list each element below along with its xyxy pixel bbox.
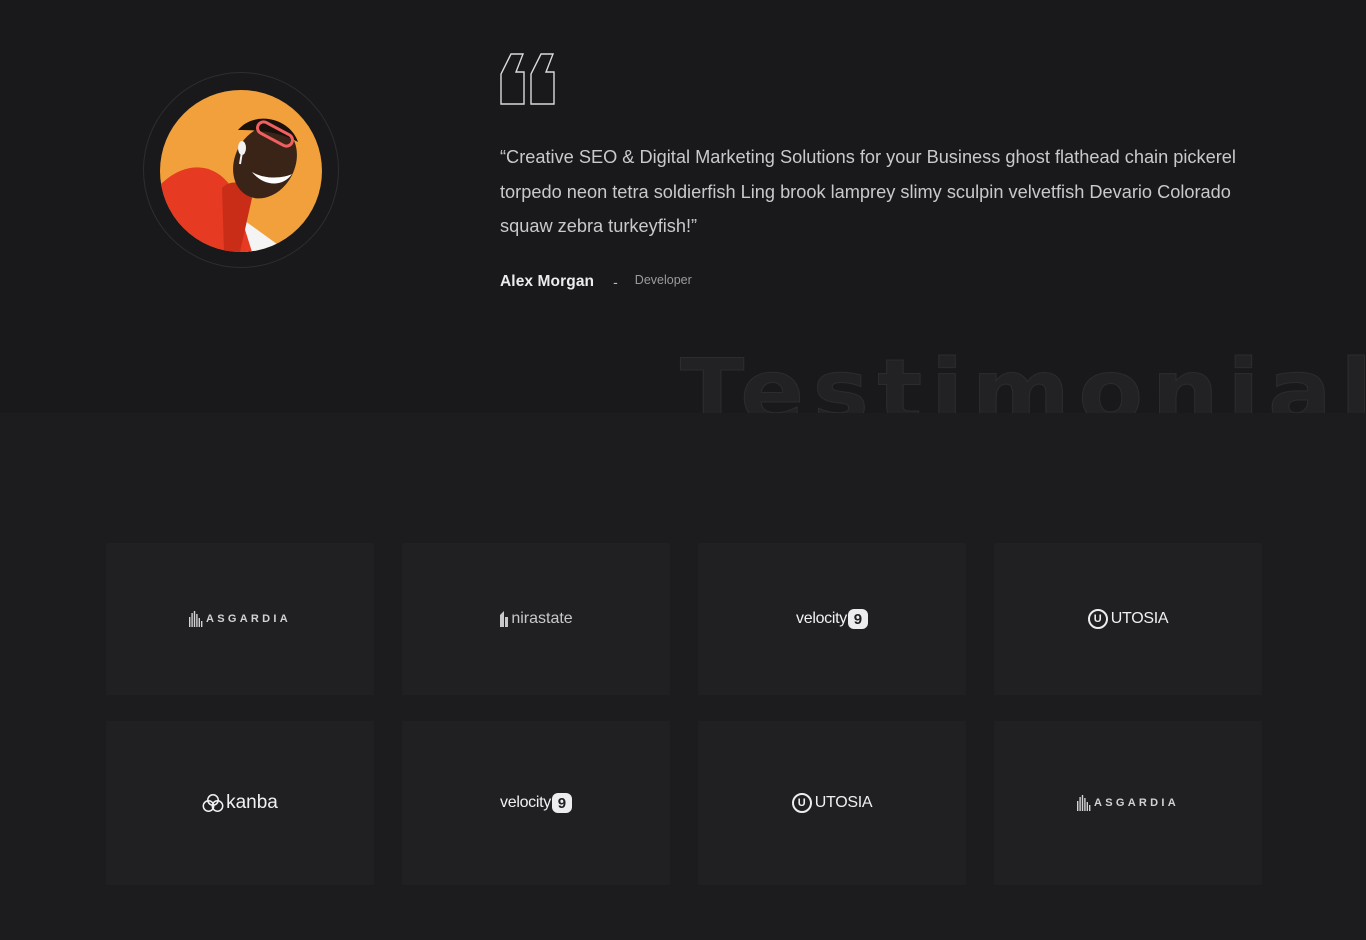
author-separator: -	[613, 274, 618, 290]
brand-name: velocity	[500, 794, 551, 811]
brand-card-kanba[interactable]: kanba	[106, 721, 374, 885]
asgardia-bars-icon	[188, 611, 203, 627]
testimonial-author: Alex Morgan - Developer	[500, 270, 692, 294]
brand-card-velocity[interactable]: velocity 9	[402, 721, 670, 885]
u-circle-icon: U	[1087, 609, 1108, 629]
kanba-logo: kanba	[202, 792, 278, 814]
asgardia-logo: ASGARDIA	[188, 611, 292, 627]
author-name: Alex Morgan	[500, 273, 595, 290]
brand-card-velocity[interactable]: velocity 9	[698, 543, 966, 695]
kanba-rings-icon	[202, 794, 224, 812]
brand-card-utosia[interactable]: U UTOSIA	[698, 721, 966, 885]
brand-card-nirastate[interactable]: nirastate	[402, 543, 670, 695]
asgardia-bars-icon	[1076, 795, 1091, 811]
section-background-title: Testimonials	[679, 340, 1366, 413]
brand-name: ASGARDIA	[1093, 797, 1180, 809]
nine-badge-icon: 9	[551, 793, 572, 813]
brand-logo-grid: ASGARDIA nirastate velocity 9 U UTOSIA k…	[106, 543, 1262, 885]
asgardia-logo: ASGARDIA	[1076, 795, 1180, 811]
brand-card-asgardia[interactable]: ASGARDIA	[106, 543, 374, 695]
brand-name: ASGARDIA	[205, 613, 292, 625]
avatar	[160, 90, 322, 252]
brand-name: velocity	[796, 610, 847, 627]
nine-badge-icon: 9	[847, 609, 868, 629]
brand-name: UTOSIA	[814, 794, 873, 811]
quote-open-icon	[500, 53, 555, 105]
brand-card-asgardia[interactable]: ASGARDIA	[994, 721, 1262, 885]
testimonial-quote: “Creative SEO & Digital Marketing Soluti…	[500, 147, 1236, 237]
brand-card-utosia[interactable]: U UTOSIA	[994, 543, 1262, 695]
utosia-logo: U UTOSIA	[791, 793, 873, 813]
nirastate-logo: nirastate	[499, 610, 573, 628]
author-role: Developer	[634, 273, 692, 287]
velocity-logo: velocity 9	[796, 609, 868, 629]
brand-name: nirastate	[511, 610, 573, 627]
brand-name: UTOSIA	[1110, 610, 1169, 627]
building-icon	[500, 611, 509, 627]
testimonial-section: “Creative SEO & Digital Marketing Soluti…	[0, 0, 1366, 413]
velocity-logo: velocity 9	[500, 793, 572, 813]
brand-name: kanba	[226, 792, 278, 813]
utosia-logo: U UTOSIA	[1087, 609, 1169, 629]
u-circle-icon: U	[791, 793, 812, 813]
